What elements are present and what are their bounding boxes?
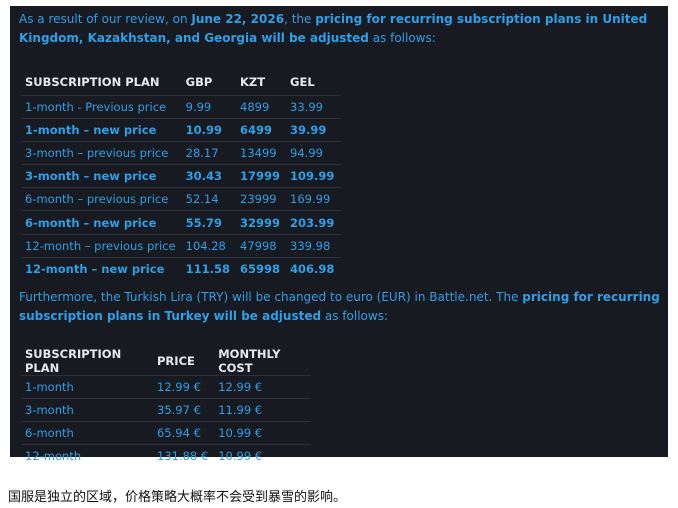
turkey-price-table: SUBSCRIPTION PLAN PRICE MONTHLY COST 1-m… xyxy=(22,347,312,468)
caption-text: 国服是独立的区域，价格策略大概率不会受到暴雪的影响。 xyxy=(8,490,347,505)
column-header: MONTHLY COST xyxy=(218,346,281,375)
column-header: PRICE xyxy=(157,353,195,368)
table-cell-price: 131.88 € xyxy=(154,444,216,468)
table-cell-monthly: 10.99 € xyxy=(215,444,312,468)
column-header: SUBSCRIPTION PLAN xyxy=(25,75,160,90)
table-cell-gel: 94.99 xyxy=(287,140,342,165)
table-row: 1-month - Previous price 9.99 4899 33.99 xyxy=(22,94,342,119)
table-cell-plan: 3-month – new price xyxy=(22,164,183,188)
table-cell-kzt: 13499 xyxy=(237,140,288,165)
table-row: 6-month 65.94 €10.99 € xyxy=(22,420,312,445)
table-row: 12-month – previous price 104.28 47998 339.… xyxy=(22,233,342,258)
table-row: 6-month – new price 55.79 32999 203.99 xyxy=(22,210,342,235)
column-header: GEL xyxy=(290,75,315,90)
table-cell-gbp: 10.99 xyxy=(182,117,238,142)
intro-text: , the xyxy=(284,12,316,26)
table-cell-plan: 12-month – previous price xyxy=(22,233,183,258)
turkey-text: as follows: xyxy=(321,308,388,323)
intro-text: as follows: xyxy=(368,31,436,45)
table-cell-kzt: 47998 xyxy=(237,233,288,258)
table-header-row: SUBSCRIPTION PLAN PRICE MONTHLY COST xyxy=(22,347,311,376)
table-row: 3-month – new price 30.43 17999 109.99 xyxy=(22,164,342,188)
table-cell-monthly: 12.99 € xyxy=(215,374,312,399)
table-row: 1-month – new price 10.99 6499 39.99 xyxy=(22,117,342,142)
table-cell-gbp: 28.17 xyxy=(182,140,238,165)
table-cell-gel: 109.99 xyxy=(287,164,342,188)
table-cell-monthly: 11.99 € xyxy=(215,397,312,422)
intro-text: As a result of our review, on xyxy=(19,12,192,26)
table-cell-plan: 3-month – previous price xyxy=(22,140,183,165)
table-cell-kzt: 6499 xyxy=(237,117,288,142)
table-row: 6-month – previous price 52.14 23999 169.99 xyxy=(22,187,342,211)
table-cell-kzt: 4899 xyxy=(237,94,288,119)
column-header: SUBSCRIPTION PLAN xyxy=(25,346,122,375)
page: As a result of our review, on June 22, 2… xyxy=(0,0,678,508)
table-cell-plan: 12-month xyxy=(22,444,154,468)
table-cell-plan: 1-month – new price xyxy=(22,117,183,142)
table-row: 12-month 131.88 €10.99 € xyxy=(22,444,312,468)
table-cell-kzt: 17999 xyxy=(237,164,288,188)
table-row: 1-month 12.99 €12.99 € xyxy=(22,374,312,399)
table-cell-gbp: 52.14 xyxy=(182,187,238,211)
uk-kz-ge-price-table: SUBSCRIPTION PLAN GBP KZT GEL 1-month - … xyxy=(22,70,342,281)
price-notice-panel: As a result of our review, on June 22, 2… xyxy=(10,6,668,468)
table-cell-price: 65.94 € xyxy=(154,420,216,445)
table-cell-gel: 203.99 xyxy=(287,210,342,235)
table-cell-gel: 169.99 xyxy=(287,187,342,211)
table-cell-kzt: 23999 xyxy=(237,187,288,211)
column-header: KZT xyxy=(240,75,266,90)
column-header: GBP xyxy=(185,75,213,90)
table-cell-price: 35.97 € xyxy=(154,397,216,422)
table-cell-gel: 406.98 xyxy=(287,256,342,281)
table-cell-plan: 6-month – new price xyxy=(22,210,183,235)
table-cell-gbp: 111.58 xyxy=(182,256,238,281)
table-cell-kzt: 65998 xyxy=(237,256,288,281)
intro-paragraph: As a result of our review, on June 22, 2… xyxy=(19,10,660,48)
table-cell-kzt: 32999 xyxy=(237,210,288,235)
table-cell-gbp: 104.28 xyxy=(182,233,238,258)
table-cell-gel: 33.99 xyxy=(287,94,342,119)
table-cell-plan: 3-month xyxy=(22,397,154,422)
table-cell-plan: 1-month - Previous price xyxy=(22,94,183,119)
table-cell-gel: 339.98 xyxy=(287,233,342,258)
table-cell-price: 12.99 € xyxy=(154,374,216,399)
turkey-paragraph: Furthermore, the Turkish Lira (TRY) will… xyxy=(19,288,660,326)
table-header-row: SUBSCRIPTION PLAN GBP KZT GEL xyxy=(22,70,341,95)
table-cell-gbp: 55.79 xyxy=(182,210,238,235)
table-cell-plan: 1-month xyxy=(22,374,154,399)
table-cell-monthly: 10.99 € xyxy=(215,420,312,445)
effective-date: June 22, 2026 xyxy=(191,12,285,26)
table-cell-plan: 6-month – previous price xyxy=(22,187,183,211)
table-row: 3-month 35.97 €11.99 € xyxy=(22,397,312,422)
table-row: 3-month – previous price 28.17 13499 94.99 xyxy=(22,140,342,165)
table-cell-gel: 39.99 xyxy=(287,117,342,142)
table-cell-gbp: 9.99 xyxy=(182,94,238,119)
turkey-text: Furthermore, the Turkish Lira (TRY) will… xyxy=(19,289,523,304)
table-cell-plan: 6-month xyxy=(22,420,154,445)
table-cell-gbp: 30.43 xyxy=(182,164,238,188)
table-row: 12-month – new price 111.58 65998 406.98 xyxy=(22,256,342,281)
table-cell-plan: 12-month – new price xyxy=(22,256,183,281)
